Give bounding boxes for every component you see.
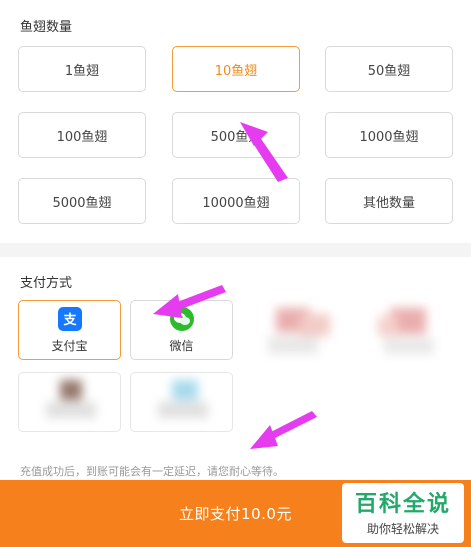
amount-option-1[interactable]: 1鱼翅 xyxy=(18,46,146,92)
payment-section-title: 支付方式 xyxy=(20,276,73,291)
amount-option-10[interactable]: 10鱼翅 xyxy=(172,46,300,92)
payment-notice: 充值成功后，到账可能会有一定延迟，请您耐心等待。 xyxy=(20,465,284,478)
amount-option-1000[interactable]: 1000鱼翅 xyxy=(325,112,453,158)
watermark-logo: 百科全说 助你轻松解决 xyxy=(342,483,464,543)
payment-alipay-button[interactable]: 支 支付宝 xyxy=(18,300,121,360)
blurred-payment-option[interactable] xyxy=(248,300,348,360)
amount-option-5000[interactable]: 5000鱼翅 xyxy=(18,178,146,224)
watermark-title: 百科全说 xyxy=(354,492,451,517)
section-divider xyxy=(0,243,471,257)
annotation-arrow-head xyxy=(250,425,278,449)
amount-option-100[interactable]: 100鱼翅 xyxy=(18,112,146,158)
amount-option-500[interactable]: 500鱼翅 xyxy=(172,112,300,158)
blurred-payment-option[interactable] xyxy=(360,300,460,360)
payment-option-frame xyxy=(18,372,121,432)
amount-option-50[interactable]: 50鱼翅 xyxy=(325,46,453,92)
payment-alipay-label: 支付宝 xyxy=(51,338,88,353)
svg-text:支: 支 xyxy=(62,312,77,328)
wechat-icon xyxy=(169,306,194,331)
amount-option-other[interactable]: 其他数量 xyxy=(325,178,453,224)
amount-section-title: 鱼翅数量 xyxy=(20,20,73,35)
amount-option-10000[interactable]: 10000鱼翅 xyxy=(172,178,300,224)
alipay-icon: 支 xyxy=(57,306,82,331)
payment-wechat-button[interactable]: 微信 xyxy=(130,300,233,360)
payment-wechat-label: 微信 xyxy=(169,338,194,353)
payment-option-frame xyxy=(130,372,233,432)
annotation-arrow xyxy=(265,411,317,441)
watermark-subtitle: 助你轻松解决 xyxy=(366,522,439,536)
